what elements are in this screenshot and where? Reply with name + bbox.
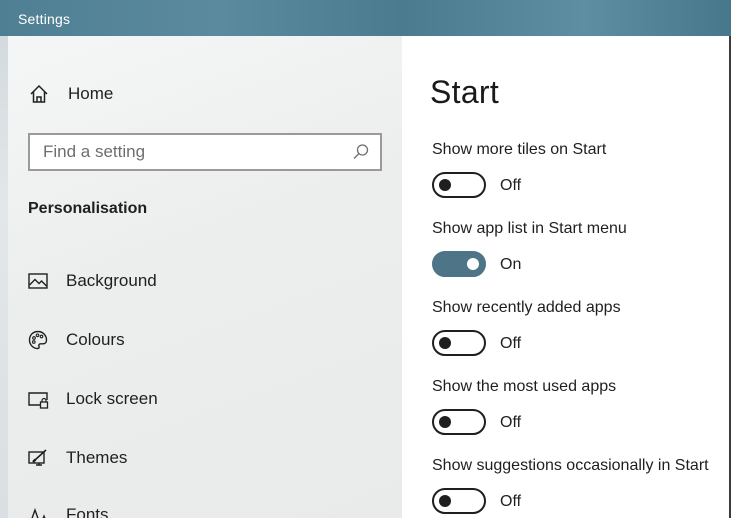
search-input[interactable]: Find a setting bbox=[28, 133, 382, 171]
title-bar[interactable]: Settings bbox=[0, 0, 731, 36]
picture-icon bbox=[27, 270, 49, 292]
page-title: Start bbox=[430, 74, 500, 110]
toggle-more-tiles[interactable] bbox=[432, 172, 486, 198]
settings-window: Settings Home Find a setting Personalisa… bbox=[0, 0, 731, 518]
toggle-knob bbox=[439, 495, 451, 507]
toggle-app-list[interactable] bbox=[432, 251, 486, 277]
search-placeholder: Find a setting bbox=[43, 142, 146, 161]
sidebar-item-label: Themes bbox=[66, 448, 128, 467]
toggle-most-used[interactable] bbox=[432, 409, 486, 435]
sidebar-item-label: Background bbox=[66, 271, 157, 290]
toggle-state: Off bbox=[500, 335, 522, 352]
toggle-state: Off bbox=[500, 414, 522, 431]
search-icon[interactable] bbox=[352, 143, 370, 161]
setting-label: Show app list in Start menu bbox=[432, 220, 627, 237]
toggle-state: Off bbox=[500, 493, 522, 510]
palette-icon bbox=[27, 329, 49, 351]
toggle-recently-added[interactable] bbox=[432, 330, 486, 356]
sidebar-item-themes[interactable]: Themes bbox=[27, 443, 387, 473]
toggle-knob bbox=[439, 337, 451, 349]
sidebar: Home Find a setting Personalisation Back… bbox=[8, 36, 402, 518]
sidebar-item-lock-screen[interactable]: Lock screen bbox=[27, 384, 387, 414]
toggle-knob bbox=[467, 258, 479, 270]
sidebar-item-colours[interactable]: Colours bbox=[27, 325, 387, 355]
sidebar-item-label: Lock screen bbox=[66, 389, 158, 408]
setting-label: Show suggestions occasionally in Start bbox=[432, 457, 709, 474]
sidebar-item-background[interactable]: Background bbox=[27, 266, 387, 296]
home-icon bbox=[28, 83, 50, 105]
themes-brush-icon bbox=[27, 447, 49, 469]
sidebar-item-label: Colours bbox=[66, 330, 125, 349]
setting-label: Show the most used apps bbox=[432, 378, 617, 395]
window-title: Settings bbox=[18, 11, 71, 27]
toggle-state: Off bbox=[500, 177, 522, 194]
home-label: Home bbox=[68, 84, 114, 103]
sidebar-item-label: Fonts bbox=[66, 505, 109, 518]
setting-label: Show more tiles on Start bbox=[432, 141, 607, 158]
sidebar-item-fonts[interactable]: Fonts bbox=[27, 500, 387, 518]
fonts-icon bbox=[27, 504, 49, 518]
toggle-knob bbox=[439, 416, 451, 428]
section-title: Personalisation bbox=[28, 200, 148, 217]
toggle-knob bbox=[439, 179, 451, 191]
lock-screen-icon bbox=[27, 388, 49, 410]
main-panel: Start Show more tiles on Start Off Show … bbox=[402, 36, 729, 518]
desktop-background-edge bbox=[0, 0, 8, 518]
sidebar-item-home[interactable]: Home bbox=[28, 80, 388, 108]
toggle-state: On bbox=[500, 256, 522, 273]
toggle-suggestions[interactable] bbox=[432, 488, 486, 514]
setting-label: Show recently added apps bbox=[432, 299, 621, 316]
